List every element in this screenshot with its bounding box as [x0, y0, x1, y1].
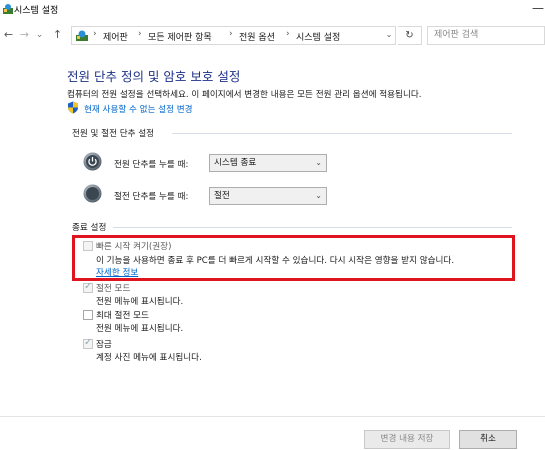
breadcrumb-power-options[interactable]: 전원 옵션	[239, 30, 275, 43]
forward-button[interactable]: →	[18, 27, 31, 43]
minimize-button[interactable]: —	[531, 0, 545, 18]
search-input[interactable]: 제어판 검색	[427, 26, 545, 45]
title-bar: 시스템 설정 —	[0, 0, 545, 22]
sleep-button-action-select[interactable]: 절전 ⌄	[209, 187, 327, 205]
control-panel-icon	[76, 30, 88, 41]
breadcrumb-all-items[interactable]: 모든 제어판 항목	[148, 30, 212, 43]
breadcrumb-control-panel[interactable]: 제어판	[103, 30, 128, 43]
section-divider	[172, 133, 512, 134]
breadcrumb-separator: ›	[286, 29, 290, 39]
cancel-button[interactable]: 취소	[459, 430, 517, 449]
lock-checkbox[interactable]: ✓	[83, 337, 93, 349]
power-section-heading: 전원 및 절전 단추 설정	[72, 129, 155, 139]
save-changes-button[interactable]: 변경 내용 저장	[364, 430, 450, 449]
chevron-down-icon: ⌄	[315, 191, 322, 200]
sleep-description: 전원 메뉴에 표시됩니다.	[96, 297, 184, 307]
uac-shield-icon	[68, 101, 78, 114]
sleep-button-label: 절전 단추를 누를 때:	[114, 192, 189, 202]
section-divider	[113, 227, 512, 228]
hibernate-label: 최대 절전 모드	[96, 311, 149, 321]
power-button-action-value: 시스템 종료	[214, 158, 257, 168]
window-title: 시스템 설정	[14, 6, 59, 16]
checkmark-icon: ✓	[84, 281, 93, 292]
control-panel-icon	[3, 4, 13, 14]
up-button[interactable]: ↑	[51, 27, 64, 43]
breadcrumb-separator: ›	[93, 29, 97, 39]
power-button-icon	[83, 152, 102, 171]
address-dropdown-icon[interactable]: ⌄	[383, 27, 395, 43]
sleep-checkbox[interactable]: ✓	[83, 281, 93, 293]
sleep-button-action-value: 절전	[214, 191, 230, 201]
change-unavailable-settings-link[interactable]: 현재 사용할 수 없는 설정 변경	[84, 103, 193, 115]
checkmark-icon: ✓	[84, 337, 93, 348]
breadcrumb-separator: ›	[229, 29, 233, 39]
sleep-label: 절전 모드	[96, 284, 131, 294]
recent-locations-dropdown[interactable]: ⌄	[33, 27, 46, 43]
power-button-action-select[interactable]: 시스템 종료 ⌄	[209, 154, 327, 172]
sleep-button-icon	[83, 184, 102, 203]
back-button[interactable]: ←	[2, 27, 15, 43]
refresh-button[interactable]: ↻	[398, 26, 422, 45]
address-bar[interactable]: › 제어판 › 모든 제어판 항목 › 전원 옵션 › 시스템 설정	[71, 26, 396, 45]
chevron-down-icon: ⌄	[315, 158, 322, 167]
shutdown-section-heading: 종료 설정	[72, 223, 107, 233]
lock-description: 계정 사진 메뉴에 표시됩니다.	[96, 353, 202, 363]
footer-divider	[0, 416, 545, 417]
lock-label: 잠금	[96, 340, 112, 350]
hibernate-description: 전원 메뉴에 표시됩니다.	[96, 324, 184, 334]
power-button-label: 전원 단추를 누를 때:	[114, 160, 189, 170]
breadcrumb-separator: ›	[138, 29, 142, 39]
hibernate-checkbox[interactable]	[83, 310, 93, 320]
page-title: 전원 단추 정의 및 암호 보호 설정	[67, 69, 241, 84]
breadcrumb-system-settings[interactable]: 시스템 설정	[296, 30, 340, 43]
page-description: 컴퓨터의 전원 설정을 선택하세요. 이 페이지에서 변경한 내용은 모든 전원…	[67, 90, 422, 100]
highlight-box	[72, 235, 515, 281]
